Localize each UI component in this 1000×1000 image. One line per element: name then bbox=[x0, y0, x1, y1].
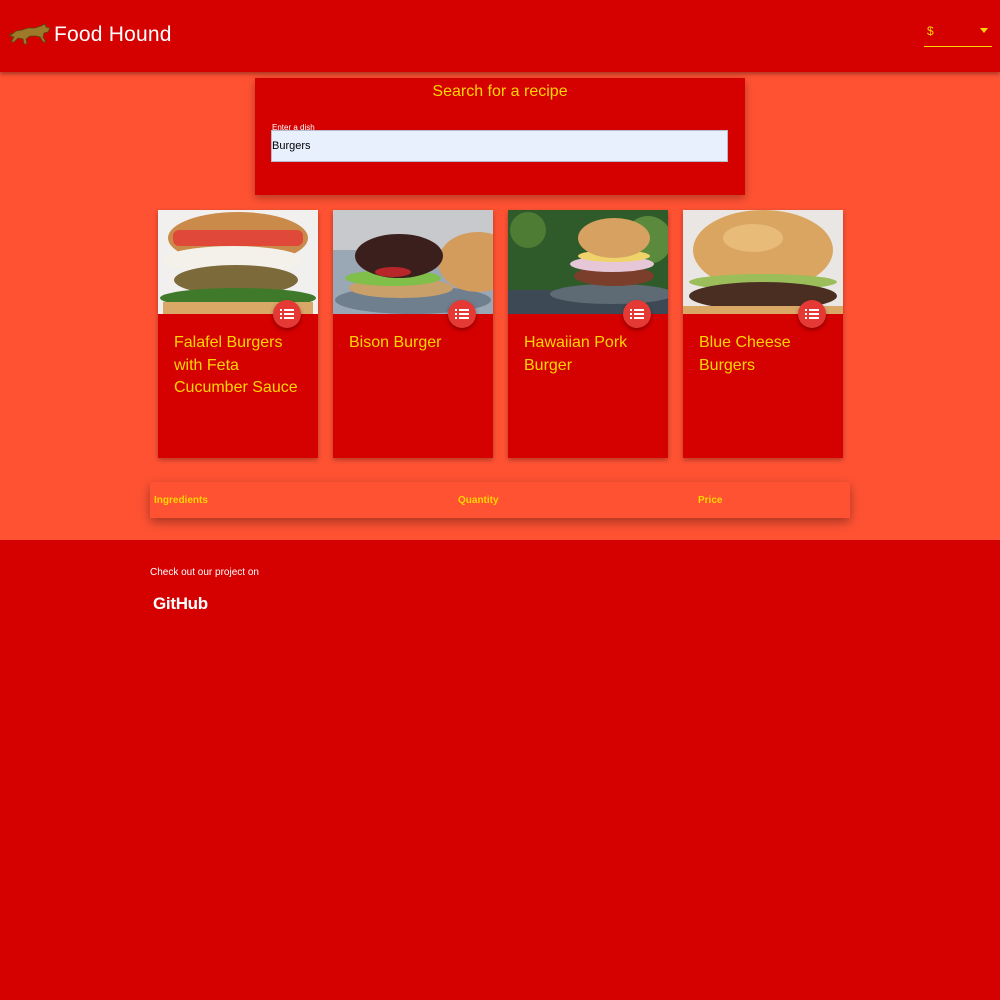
column-header-ingredients[interactable]: Ingredients bbox=[154, 495, 208, 506]
ingredients-list-button[interactable] bbox=[273, 300, 301, 328]
currency-select[interactable]: $ bbox=[924, 14, 992, 47]
recipe-card[interactable]: Falafel Burgers with Feta Cucumber Sauce bbox=[158, 210, 318, 458]
recipe-title: Hawaiian Pork Burger bbox=[524, 334, 628, 374]
list-icon bbox=[630, 309, 644, 319]
recipe-title: Bison Burger bbox=[349, 334, 442, 351]
search-title: Search for a recipe bbox=[432, 83, 568, 100]
recipe-image bbox=[158, 210, 318, 314]
list-icon bbox=[805, 309, 819, 319]
list-icon bbox=[455, 309, 469, 319]
column-header-price[interactable]: Price bbox=[698, 495, 722, 506]
recipe-title: Blue Cheese Burgers bbox=[699, 334, 791, 374]
column-header-quantity[interactable]: Quantity bbox=[458, 495, 499, 506]
ingredients-table: Ingredients Quantity Price bbox=[150, 482, 850, 518]
dropdown-arrow-icon bbox=[980, 28, 988, 33]
ingredients-list-button[interactable] bbox=[798, 300, 826, 328]
recipe-title: Falafel Burgers with Feta Cucumber Sauce bbox=[174, 334, 298, 396]
list-icon bbox=[280, 309, 294, 319]
recipe-card[interactable]: Blue Cheese Burgers bbox=[683, 210, 843, 458]
app-bar: Food Hound $ bbox=[0, 0, 1000, 72]
search-input[interactable] bbox=[271, 130, 728, 162]
currency-value: $ bbox=[927, 24, 934, 38]
ingredients-list-button[interactable] bbox=[448, 300, 476, 328]
recipe-card[interactable]: Hawaiian Pork Burger bbox=[508, 210, 668, 458]
dog-logo-icon[interactable] bbox=[8, 22, 52, 48]
search-card: Search for a recipe Enter a dish bbox=[255, 78, 745, 195]
recipe-image bbox=[508, 210, 668, 314]
recipe-image bbox=[683, 210, 843, 314]
github-link[interactable]: GitHub bbox=[153, 594, 208, 614]
recipe-card[interactable]: Bison Burger bbox=[333, 210, 493, 458]
recipe-image bbox=[333, 210, 493, 314]
footer-text: Check out our project on bbox=[150, 567, 259, 578]
brand-title[interactable]: Food Hound bbox=[54, 23, 172, 47]
ingredients-list-button[interactable] bbox=[623, 300, 651, 328]
